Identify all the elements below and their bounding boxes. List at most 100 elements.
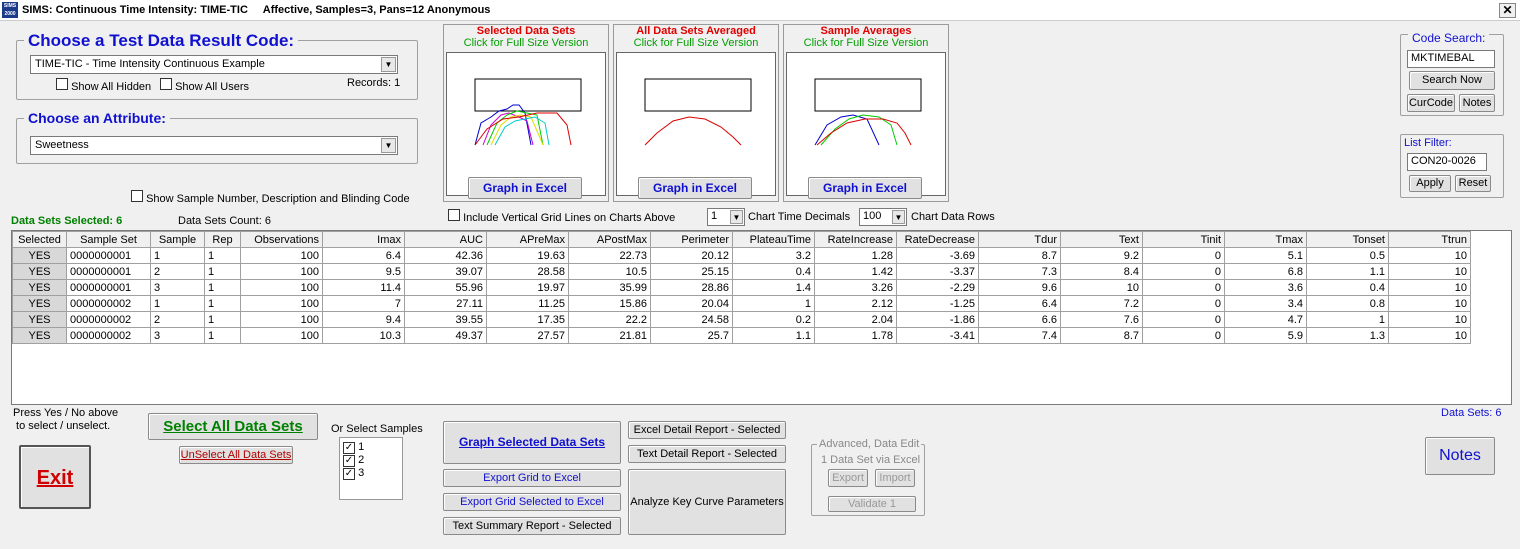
table-row[interactable]: YES 0000000002 1 1 100 7 27.11 11.25 15.86 20.04 1… <box>12 295 1471 312</box>
column-header[interactable]: Tinit <box>1142 231 1225 248</box>
selected-toggle[interactable]: YES <box>12 311 67 328</box>
test-code-select[interactable]: TIME-TIC - Time Intensity Continuous Exa… <box>30 55 398 74</box>
table-cell: 9.5 <box>322 263 405 280</box>
column-header[interactable]: Ttrun <box>1388 231 1471 248</box>
time-decimals-select[interactable]: 1 ▼ <box>707 208 745 226</box>
close-button[interactable]: ✕ <box>1499 3 1516 18</box>
data-rows-select[interactable]: 100 ▼ <box>859 208 907 226</box>
column-header[interactable]: Tmax <box>1224 231 1307 248</box>
table-cell: 10 <box>1388 295 1471 312</box>
table-cell: 10.3 <box>322 327 405 344</box>
selected-toggle[interactable]: YES <box>12 247 67 264</box>
vertical-grid-checkbox[interactable]: Include Vertical Grid Lines on Charts Ab… <box>448 209 675 224</box>
table-cell: -1.25 <box>896 295 979 312</box>
press-hint: Press Yes / No above to select / unselec… <box>13 407 119 432</box>
column-header[interactable]: Imax <box>322 231 405 248</box>
export-grid-button[interactable]: Export Grid to Excel <box>443 469 621 487</box>
select-all-button[interactable]: Select All Data Sets <box>148 413 318 440</box>
column-header[interactable]: APreMax <box>486 231 569 248</box>
table-row[interactable]: YES 0000000002 3 1 100 10.3 49.37 27.57 21.81 25.… <box>12 327 1471 344</box>
column-header[interactable]: AUC <box>404 231 487 248</box>
text-summary-button[interactable]: Text Summary Report - Selected <box>443 517 621 535</box>
table-row[interactable]: YES 0000000001 3 1 100 11.4 55.96 19.97 35.99 28.… <box>12 279 1471 296</box>
sample-checkbox-1[interactable]: ✓ 1 <box>343 441 399 454</box>
table-cell: 10 <box>1388 279 1471 296</box>
table-cell: 1 <box>150 247 205 264</box>
code-notes-button[interactable]: Notes <box>1459 94 1495 112</box>
graph-excel-button-1[interactable]: Graph in Excel <box>468 177 582 199</box>
table-cell: 25.15 <box>650 263 733 280</box>
selected-toggle[interactable]: YES <box>12 295 67 312</box>
column-header[interactable]: Rep <box>204 231 241 248</box>
export-button[interactable]: Export <box>828 469 868 487</box>
selected-toggle[interactable]: YES <box>12 279 67 296</box>
data-grid[interactable]: Selected Sample Set Sample Rep Observations I… <box>11 230 1512 405</box>
search-now-button[interactable]: Search Now <box>1409 71 1495 90</box>
table-row[interactable]: YES 0000000002 2 1 100 9.4 39.55 17.35 22.2 24.58… <box>12 311 1471 328</box>
code-search-input[interactable]: MKTIMEBAL <box>1407 50 1495 68</box>
column-header[interactable]: APostMax <box>568 231 651 248</box>
chart-thumbnail-selected[interactable] <box>446 52 606 196</box>
column-header[interactable]: Sample Set <box>66 231 151 248</box>
table-cell: 0.5 <box>1306 247 1389 264</box>
table-cell: 1.28 <box>814 247 897 264</box>
column-header[interactable]: Selected <box>12 231 67 248</box>
column-header[interactable]: Sample <box>150 231 205 248</box>
import-button[interactable]: Import <box>875 469 915 487</box>
reset-button[interactable]: Reset <box>1455 175 1491 192</box>
table-cell: 3 <box>150 279 205 296</box>
notes-button[interactable]: Notes <box>1425 437 1495 475</box>
list-filter-input[interactable]: CON20-0026 <box>1407 153 1487 171</box>
test-code-value: TIME-TIC - Time Intensity Continuous Exa… <box>35 58 265 70</box>
apply-button[interactable]: Apply <box>1409 175 1451 192</box>
chart-panel-averaged[interactable]: All Data Sets Averaged Click for Full Si… <box>613 24 779 202</box>
export-grid-selected-button[interactable]: Export Grid Selected to Excel <box>443 493 621 511</box>
column-header[interactable]: Observations <box>240 231 323 248</box>
table-cell: 3.2 <box>732 247 815 264</box>
graph-excel-button-2[interactable]: Graph in Excel <box>638 177 752 199</box>
sample-checkbox-3[interactable]: ✓ 3 <box>343 467 399 480</box>
column-header[interactable]: Text <box>1060 231 1143 248</box>
table-cell: 8.4 <box>1060 263 1143 280</box>
graph-selected-button[interactable]: Graph Selected Data Sets <box>443 421 621 464</box>
chart-thumbnail-samples[interactable] <box>786 52 946 196</box>
attribute-select[interactable]: Sweetness ▼ <box>30 136 398 155</box>
table-cell: 0.4 <box>1306 279 1389 296</box>
table-cell: 5.9 <box>1224 327 1307 344</box>
show-sample-checkbox[interactable]: Show Sample Number, Description and Blin… <box>131 190 410 205</box>
chart-panel-selected[interactable]: Selected Data Sets Click for Full Size V… <box>443 24 609 202</box>
table-cell: -3.41 <box>896 327 979 344</box>
column-header[interactable]: PlateauTime <box>732 231 815 248</box>
table-cell: 0.4 <box>732 263 815 280</box>
column-header[interactable]: Tonset <box>1306 231 1389 248</box>
chart-panel-samples[interactable]: Sample Averages Click for Full Size Vers… <box>783 24 949 202</box>
table-cell: 19.63 <box>486 247 569 264</box>
table-cell: 2 <box>150 263 205 280</box>
sample-checkbox-2[interactable]: ✓ 2 <box>343 454 399 467</box>
curcode-button[interactable]: CurCode <box>1407 94 1455 112</box>
table-row[interactable]: YES 0000000001 1 1 100 6.4 42.36 19.63 22.73 20.1… <box>12 247 1471 264</box>
table-row[interactable]: YES 0000000001 2 1 100 9.5 39.07 28.58 10.5 25.15… <box>12 263 1471 280</box>
selected-toggle[interactable]: YES <box>12 327 67 344</box>
column-header[interactable]: Tdur <box>978 231 1061 248</box>
graph-excel-button-3[interactable]: Graph in Excel <box>808 177 922 199</box>
excel-detail-button[interactable]: Excel Detail Report - Selected <box>628 421 786 439</box>
show-users-checkbox[interactable]: Show All Users <box>160 78 249 93</box>
column-header[interactable]: Perimeter <box>650 231 733 248</box>
exit-button[interactable]: Exit <box>19 445 91 509</box>
table-cell: 20.12 <box>650 247 733 264</box>
show-hidden-checkbox[interactable]: Show All Hidden <box>56 78 151 93</box>
column-header[interactable]: RateDecrease <box>896 231 979 248</box>
validate-button[interactable]: Validate 1 <box>828 496 916 512</box>
unselect-all-button[interactable]: UnSelect All Data Sets <box>179 446 293 464</box>
samples-list[interactable]: ✓ 1 ✓ 2 ✓ 3 <box>339 437 403 500</box>
analyze-button[interactable]: Analyze Key Curve Parameters <box>628 469 786 535</box>
table-cell: 100 <box>240 263 323 280</box>
text-detail-button[interactable]: Text Detail Report - Selected <box>628 445 786 463</box>
table-cell: 9.4 <box>322 311 405 328</box>
table-cell: 8.7 <box>978 247 1061 264</box>
column-header[interactable]: RateIncrease <box>814 231 897 248</box>
table-cell: 1 <box>204 279 241 296</box>
selected-toggle[interactable]: YES <box>12 263 67 280</box>
chart-thumbnail-averaged[interactable] <box>616 52 776 196</box>
